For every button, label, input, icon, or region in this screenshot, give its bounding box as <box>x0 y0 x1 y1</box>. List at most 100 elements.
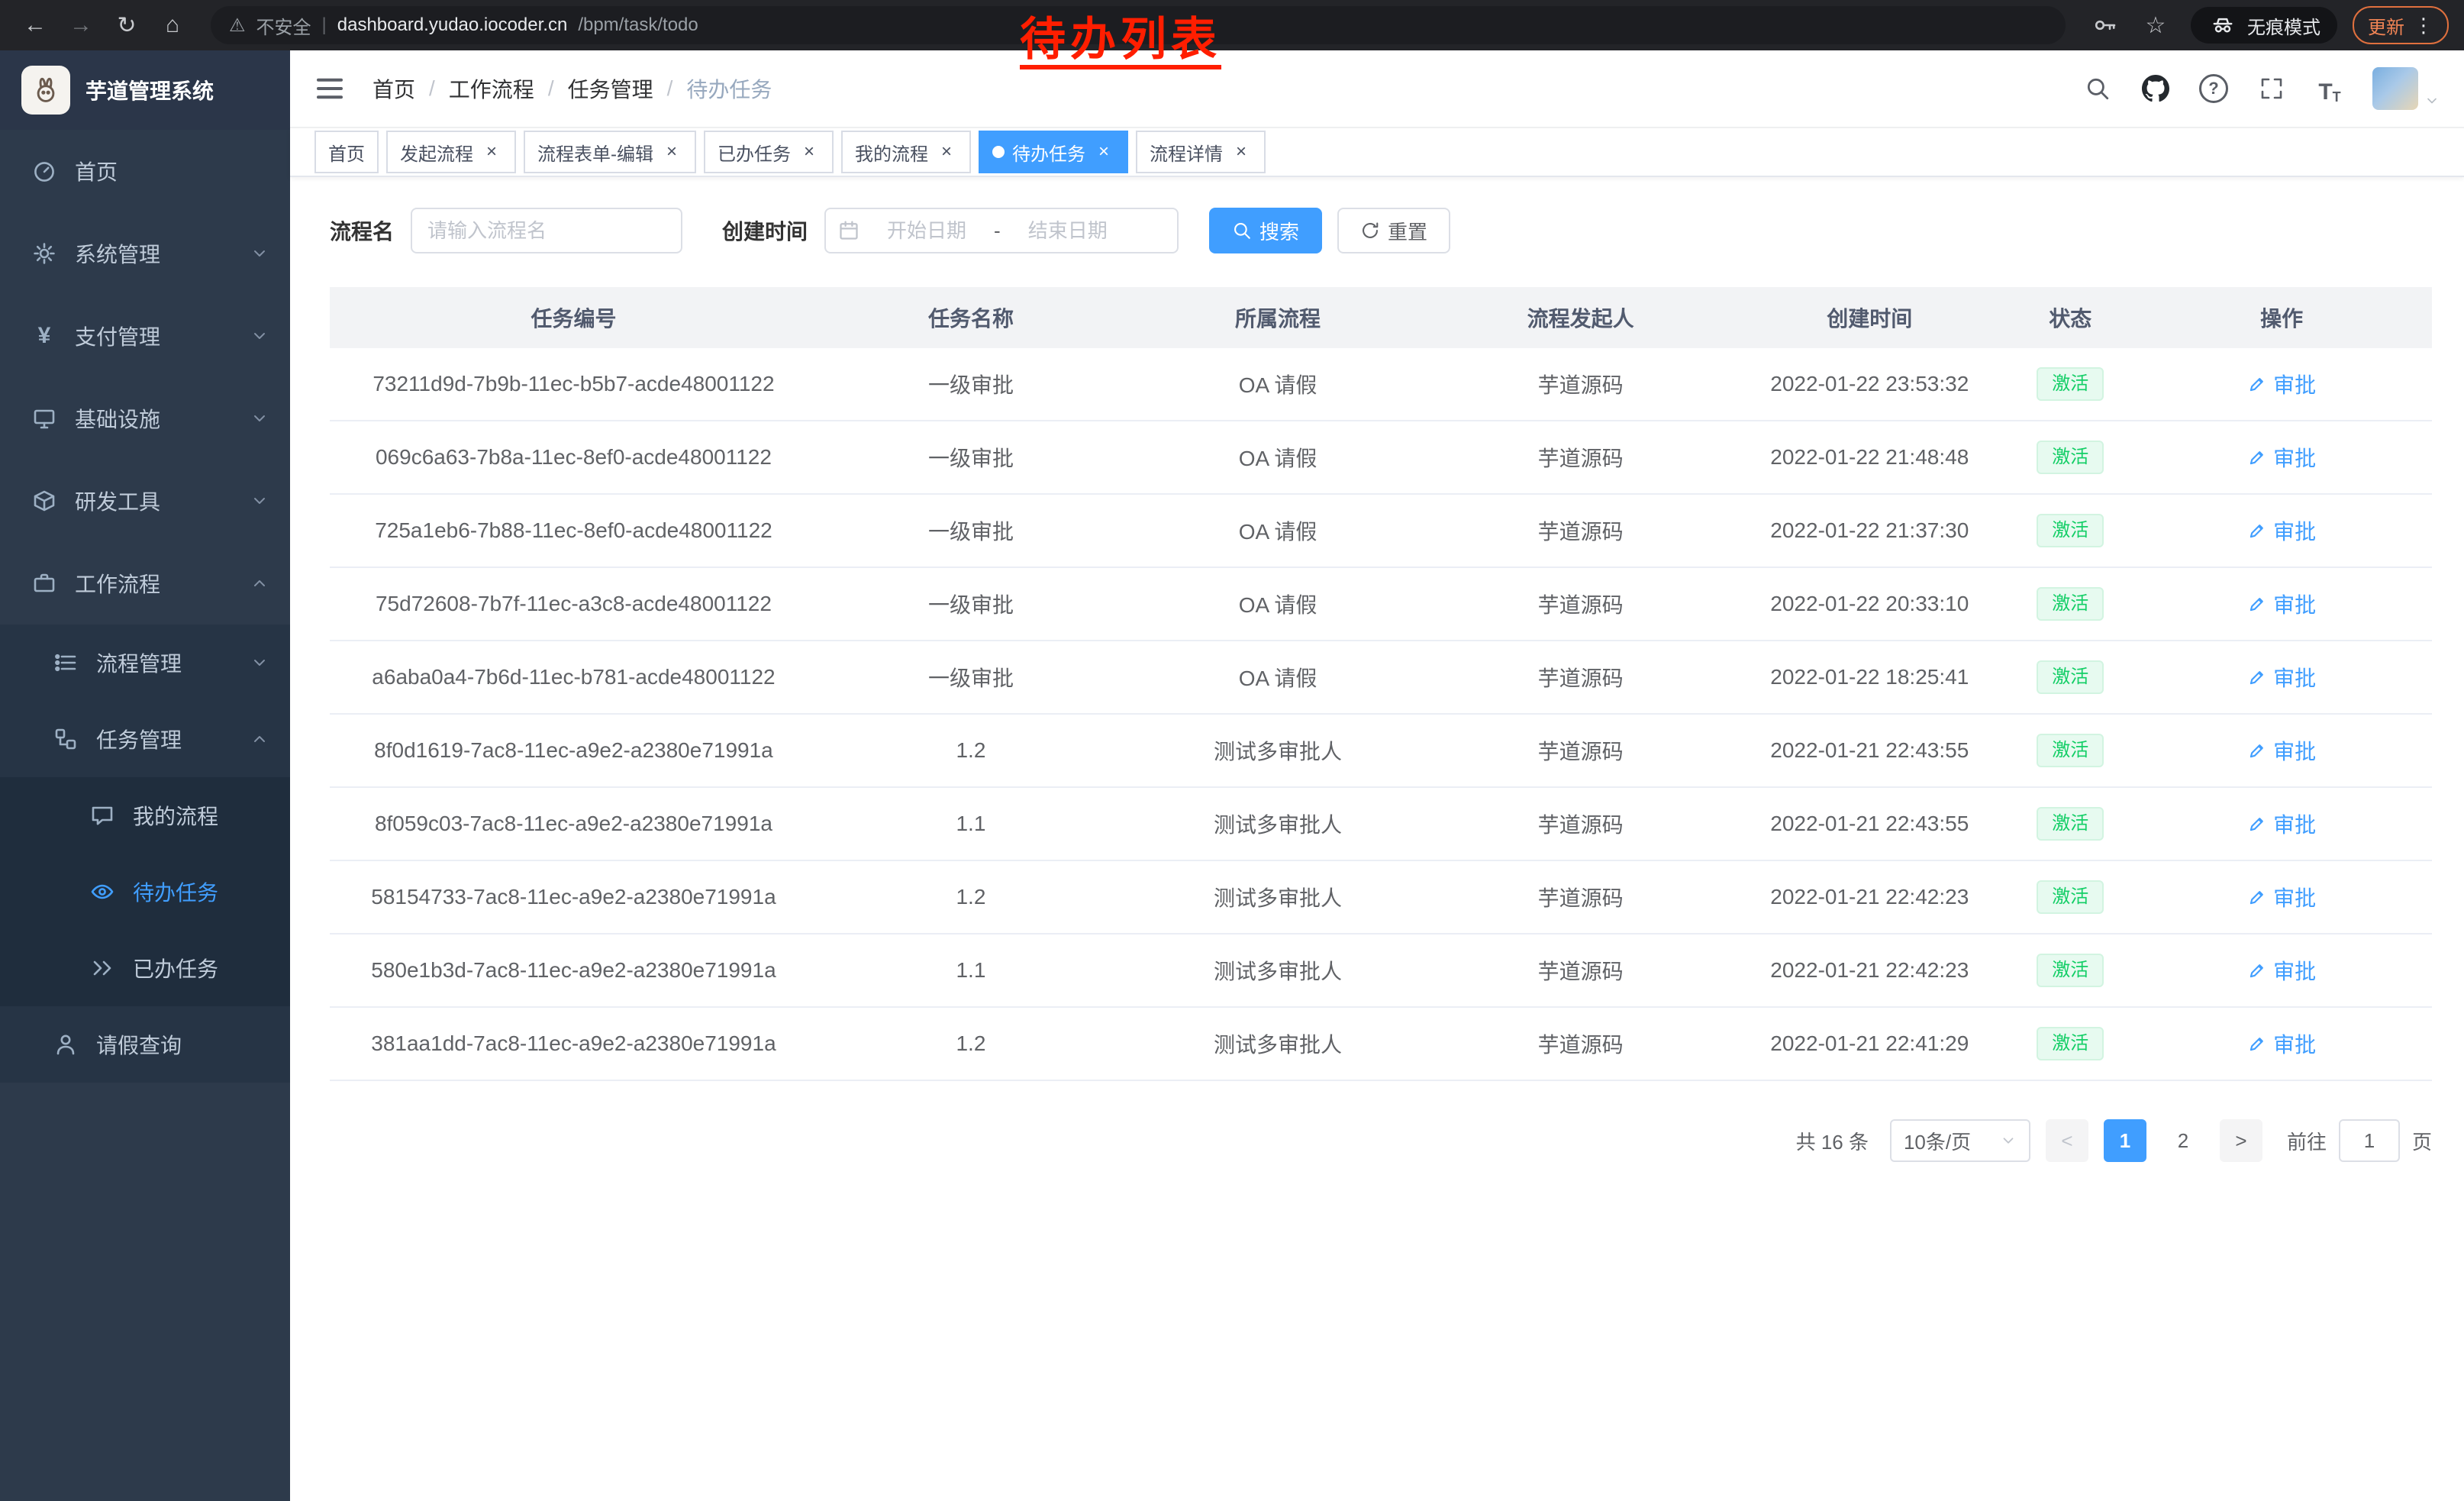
breadcrumb-separator: / <box>548 76 554 101</box>
close-icon[interactable]: × <box>798 141 820 163</box>
process-name-input[interactable] <box>411 208 682 253</box>
date-range-picker[interactable]: - <box>824 208 1179 253</box>
approve-link[interactable]: 审批 <box>2247 882 2316 912</box>
breadcrumb-home[interactable]: 首页 <box>373 73 415 104</box>
page-button-1[interactable]: 1 <box>2104 1119 2146 1162</box>
next-page-button[interactable]: > <box>2220 1119 2262 1162</box>
task-process: OA 请假 <box>1124 567 1431 641</box>
end-date-input[interactable] <box>1008 218 1127 244</box>
breadcrumb-separator: / <box>667 76 673 101</box>
col-task-id: 任务编号 <box>330 287 818 348</box>
page-button-2[interactable]: 2 <box>2162 1119 2204 1162</box>
task-name: 一级审批 <box>818 421 1124 494</box>
status-badge: 激活 <box>2037 587 2104 621</box>
task-table: 任务编号 任务名称 所属流程 流程发起人 创建时间 状态 操作 73211d9d… <box>330 287 2432 1081</box>
dashboard-icon <box>31 159 58 183</box>
reload-icon[interactable]: ↻ <box>107 5 147 45</box>
tab-form-edit[interactable]: 流程表单-编辑× <box>524 131 696 173</box>
approve-link[interactable]: 审批 <box>2247 442 2316 473</box>
double-arrow-icon <box>89 956 116 980</box>
incognito-badge[interactable]: 无痕模式 <box>2191 7 2337 44</box>
sidebar-item-leave-query[interactable]: 请假查询 <box>0 1006 290 1083</box>
approve-link[interactable]: 审批 <box>2247 515 2316 546</box>
approve-link[interactable]: 审批 <box>2247 1028 2316 1059</box>
tab-label: 流程详情 <box>1150 139 1223 166</box>
task-process: 测试多审批人 <box>1124 787 1431 860</box>
breadcrumb-workflow[interactable]: 工作流程 <box>449 73 534 104</box>
sidebar-item-task-mgmt[interactable]: 任务管理 <box>0 701 290 777</box>
sidebar-item-label: 支付管理 <box>75 321 160 351</box>
user-menu[interactable] <box>2372 67 2440 110</box>
sidebar-item-payment[interactable]: ¥ 支付管理 <box>0 295 290 377</box>
sidebar-item-my-process[interactable]: 我的流程 <box>0 777 290 854</box>
app-logo[interactable]: 芋道管理系统 <box>0 50 290 130</box>
github-icon[interactable] <box>2140 73 2171 104</box>
tab-process-detail[interactable]: 流程详情 × <box>1136 131 1266 173</box>
sidebar-item-home[interactable]: 首页 <box>0 130 290 212</box>
task-initiator: 芋道源码 <box>1431 494 1730 567</box>
next-icon: > <box>2235 1129 2246 1153</box>
refresh-icon <box>1360 221 1380 240</box>
sidebar-item-todo-tasks[interactable]: 待办任务 <box>0 854 290 930</box>
tab-todo-tasks[interactable]: 待办任务× <box>979 131 1128 173</box>
approve-link[interactable]: 审批 <box>2247 369 2316 399</box>
pen-icon <box>2247 447 2267 467</box>
tab-my-process[interactable]: 我的流程× <box>841 131 971 173</box>
sidebar-item-system[interactable]: 系统管理 <box>0 212 290 295</box>
close-icon[interactable]: × <box>481 141 502 163</box>
status-badge: 激活 <box>2037 880 2104 914</box>
tab-done-tasks[interactable]: 已办任务× <box>704 131 834 173</box>
approve-link[interactable]: 审批 <box>2247 662 2316 692</box>
tab-home[interactable]: 首页 <box>314 131 379 173</box>
key-icon[interactable] <box>2090 10 2121 40</box>
search-icon[interactable] <box>2082 73 2113 104</box>
chevron-down-icon <box>2000 1132 2017 1149</box>
sidebar-item-infra[interactable]: 基础设施 <box>0 377 290 460</box>
browser-menu-icon[interactable]: ⋮ <box>2414 14 2433 37</box>
home-icon[interactable]: ⌂ <box>153 5 192 45</box>
tab-label: 首页 <box>328 139 365 166</box>
breadcrumb-task-mgmt[interactable]: 任务管理 <box>568 73 653 104</box>
approve-link[interactable]: 审批 <box>2247 809 2316 839</box>
help-icon[interactable]: ? <box>2198 73 2229 104</box>
chevron-down-icon <box>2424 93 2440 108</box>
avatar[interactable] <box>2372 67 2418 110</box>
goto-page-input[interactable] <box>2339 1119 2400 1162</box>
fullscreen-icon[interactable] <box>2256 73 2287 104</box>
list-icon <box>52 650 79 675</box>
status-badge: 激活 <box>2037 441 2104 474</box>
table-row: 580e1b3d-7ac8-11ec-a9e2-a2380e71991a 1.1… <box>330 934 2432 1007</box>
bookmark-star-icon[interactable]: ☆ <box>2136 5 2175 45</box>
sidebar-item-workflow[interactable]: 工作流程 <box>0 542 290 625</box>
task-name: 一级审批 <box>818 567 1124 641</box>
chevron-down-icon <box>250 409 269 428</box>
back-icon[interactable]: ← <box>15 5 55 45</box>
tab-label: 发起流程 <box>400 139 473 166</box>
browser-update-button[interactable]: 更新 ⋮ <box>2353 6 2449 44</box>
browser-actions: ☆ 无痕模式 更新 ⋮ <box>2090 5 2449 45</box>
font-size-icon[interactable]: TT <box>2314 73 2345 104</box>
forward-icon[interactable]: → <box>61 5 101 45</box>
prev-page-button[interactable]: < <box>2046 1119 2088 1162</box>
security-label[interactable]: 不安全 <box>256 12 311 39</box>
tab-start-process[interactable]: 发起流程 × <box>386 131 516 173</box>
sidebar-item-done-tasks[interactable]: 已办任务 <box>0 930 290 1006</box>
sidebar-item-process-mgmt[interactable]: 流程管理 <box>0 625 290 701</box>
yen-icon: ¥ <box>31 324 58 347</box>
page-size-select[interactable]: 10条/页 <box>1890 1119 2030 1162</box>
col-created: 创建时间 <box>1730 287 2009 348</box>
start-date-input[interactable] <box>867 218 986 244</box>
close-icon[interactable]: × <box>661 141 682 163</box>
sidebar-item-devtools[interactable]: 研发工具 <box>0 460 290 542</box>
close-icon[interactable]: × <box>936 141 957 163</box>
search-button[interactable]: 搜索 <box>1209 208 1322 253</box>
approve-link[interactable]: 审批 <box>2247 955 2316 986</box>
close-icon[interactable]: × <box>1093 141 1114 163</box>
app-logo-icon <box>21 66 70 115</box>
sidebar-toggle-icon[interactable] <box>314 72 348 105</box>
close-icon[interactable]: × <box>1230 141 1252 163</box>
approve-link[interactable]: 审批 <box>2247 589 2316 619</box>
task-created: 2022-01-21 22:42:23 <box>1730 860 2009 934</box>
approve-link[interactable]: 审批 <box>2247 735 2316 766</box>
reset-button[interactable]: 重置 <box>1337 208 1450 253</box>
